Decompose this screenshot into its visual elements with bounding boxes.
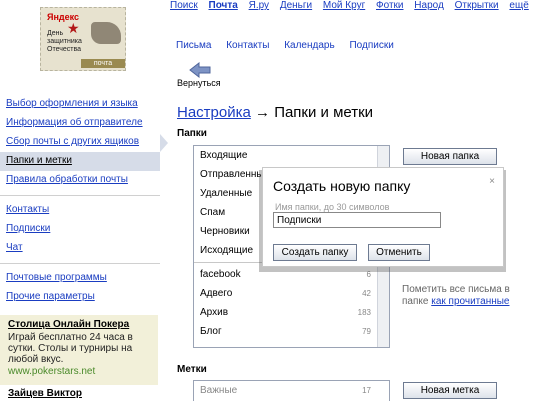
back-label: Вернуться (177, 78, 221, 88)
dialog-title: Создать новую папку (273, 178, 411, 194)
nav-search[interactable]: Поиск (170, 0, 198, 11)
folder-item[interactable]: Входящие (194, 146, 389, 165)
sidebar-divider (0, 263, 160, 264)
nav-mail[interactable]: Почта (209, 0, 238, 11)
create-folder-button[interactable]: Создать папку (273, 244, 357, 261)
folder-count: 183 (357, 308, 371, 317)
page-title: Настройка → Папки и метки (177, 104, 373, 121)
folder-name: Адвего (200, 288, 233, 299)
nav-more[interactable]: ещё (509, 0, 528, 11)
nav-photos[interactable]: Фотки (376, 0, 404, 11)
cancel-button[interactable]: Отменить (368, 244, 430, 261)
sidebar-item-sender-info[interactable]: Информация об отправителе (0, 114, 160, 133)
labels-heading: Метки (177, 364, 207, 375)
back-arrow-icon (189, 62, 211, 78)
ad-title[interactable]: Столица Онлайн Покера (8, 319, 150, 330)
folder-item[interactable]: Архив 183 (194, 303, 389, 322)
create-folder-dialog: Создать новую папку × Имя папки, до 30 с… (262, 167, 504, 267)
label-name: Важные (200, 385, 238, 396)
folder-item[interactable]: Адвего 42 (194, 284, 389, 303)
label-item[interactable]: Важные 17 (194, 381, 389, 400)
folder-count: 42 (362, 289, 371, 298)
folder-name-input[interactable]: Подписки (273, 212, 441, 228)
nav-cards[interactable]: Открытки (455, 0, 499, 11)
ad-body: Играй бесплатно 24 часа в сутки. Столы и… (8, 332, 133, 365)
settings-sidebar: Выбор оформления и языка Информация об о… (0, 95, 160, 307)
labels-list[interactable]: Важные 17 (193, 380, 390, 401)
tab-contacts[interactable]: Контакты (226, 40, 269, 51)
sidebar-item-rules[interactable]: Правила обработки почты (0, 171, 160, 190)
tab-letters[interactable]: Письма (176, 40, 211, 51)
sidebar-item-chat[interactable]: Чат (0, 239, 160, 258)
nav-narod[interactable]: Народ (414, 0, 444, 11)
sidebar-divider (0, 195, 160, 196)
label-count: 17 (362, 386, 371, 395)
mark-all-text: Пометить все письма в (402, 284, 510, 295)
yandex-mail-logo[interactable]: Яндекс ★ День защитника Отечества почта (40, 7, 126, 71)
sidebar-item-collect-mail[interactable]: Сбор почты с других ящиков (0, 133, 160, 152)
back-button[interactable]: Вернуться (177, 62, 227, 88)
mark-all-read: Пометить все письма в папке как прочитан… (402, 284, 510, 308)
sidebar-item-subscriptions[interactable]: Подписки (0, 220, 160, 239)
sidebar-item-other-params[interactable]: Прочие параметры (0, 288, 160, 307)
ad-url[interactable]: www.pokerstars.net (8, 366, 150, 377)
sidebar-item-contacts[interactable]: Контакты (0, 201, 160, 220)
folder-item[interactable]: Блог 79 (194, 322, 389, 341)
logo-mail-label: почта (81, 59, 125, 68)
top-nav: Поиск Почта Я.ру Деньги Мой Круг Фотки Н… (170, 0, 535, 16)
mark-as-read-link[interactable]: как прочитанные (431, 296, 509, 307)
folder-name-hint: Имя папки, до 30 символов (275, 202, 390, 212)
close-icon[interactable]: × (489, 176, 495, 187)
new-label-button[interactable]: Новая метка (403, 382, 497, 399)
folder-name: Блог (200, 326, 222, 337)
logo-caption: День защитника Отечества (47, 30, 82, 53)
breadcrumb-arrow: → (255, 104, 271, 121)
folder-count: 79 (362, 327, 371, 336)
sidebar-item-appearance[interactable]: Выбор оформления и языка (0, 95, 160, 114)
ad-block[interactable]: Столица Онлайн Покера Играй бесплатно 24… (0, 315, 158, 385)
mark-all-text-2: папке (402, 296, 429, 307)
folder-name: Архив (200, 307, 229, 318)
page-title-text: Папки и метки (274, 104, 374, 121)
breadcrumb-settings[interactable]: Настройка (177, 104, 251, 121)
new-folder-button[interactable]: Новая папка (403, 148, 497, 165)
sidebar-item-mail-programs[interactable]: Почтовые программы (0, 269, 160, 288)
tab-calendar[interactable]: Календарь (284, 40, 334, 51)
tab-subscriptions[interactable]: Подписки (349, 40, 393, 51)
nav-moikrug[interactable]: Мой Круг (323, 0, 365, 11)
mail-tabs: Письма Контакты Календарь Подписки (176, 40, 406, 51)
ad-title-2[interactable]: Зайцев Виктор (8, 388, 82, 399)
sidebar-item-folders-labels[interactable]: Папки и метки (0, 152, 160, 171)
folders-heading: Папки (177, 128, 207, 139)
folder-name: facebook (200, 269, 241, 280)
nav-yaru[interactable]: Я.ру (249, 0, 269, 11)
nav-money[interactable]: Деньги (280, 0, 312, 11)
